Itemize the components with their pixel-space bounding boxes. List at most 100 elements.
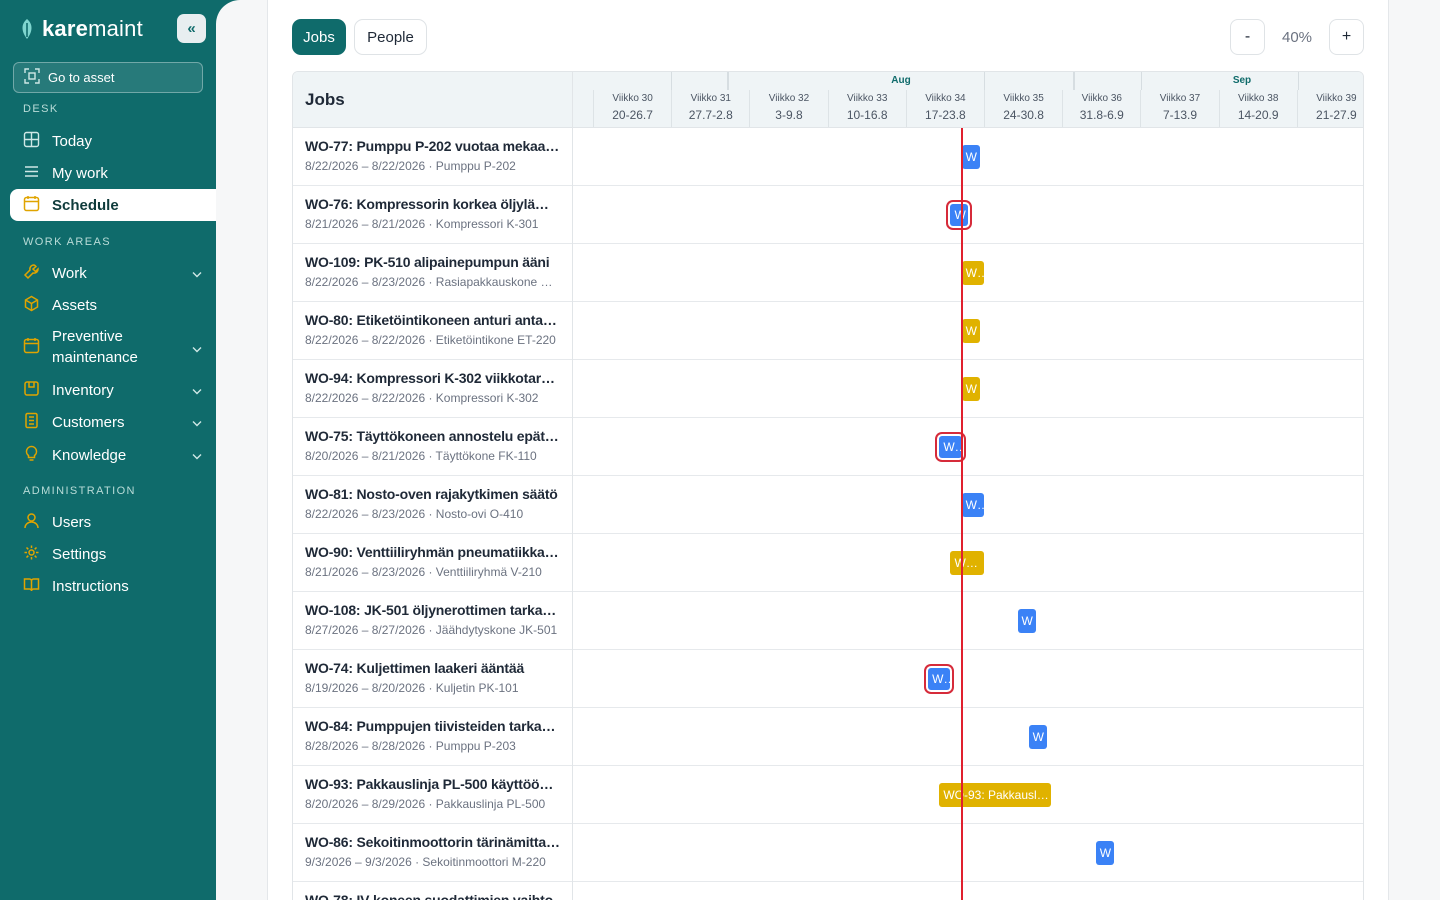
zoom-in-button[interactable]: + <box>1329 19 1364 55</box>
job-label[interactable]: WO-94: Kompressori K-302 viikkotarkastus… <box>293 360 573 418</box>
nav-my-work-label: My work <box>52 164 108 182</box>
job-label[interactable]: WO-75: Täyttökoneen annostelu epätarkka 8… <box>293 418 573 476</box>
job-title[interactable]: WO-77: Pumppu P-202 vuotaa mekaanisen ti… <box>305 138 560 154</box>
nav-knowledge[interactable]: Knowledge <box>10 439 216 471</box>
job-bar[interactable]: W <box>961 145 980 169</box>
gantt-row[interactable]: WO-90: Venttiiliryhmän pneumatiikkavuoto… <box>293 534 1363 592</box>
week-number: Viikko 36 <box>1081 93 1122 104</box>
job-label[interactable]: WO-74: Kuljettimen laakeri ääntää 8/19/20… <box>293 650 573 708</box>
job-label[interactable]: WO-108: JK-501 öljynerottimen tarkastus 8… <box>293 592 573 650</box>
job-track: W <box>573 824 1363 882</box>
job-bar[interactable]: W… <box>939 436 962 458</box>
job-title[interactable]: WO-109: PK-510 alipainepumpun ääni <box>305 254 560 270</box>
job-label[interactable]: WO-86: Sekoitinmoottorin tärinämittaus 9/… <box>293 824 573 882</box>
job-dates-asset: 8/21/2026 – 8/21/2026 · Kompressori K-30… <box>305 217 539 231</box>
job-bar[interactable]: W <box>1028 725 1047 749</box>
gantt-row[interactable]: WO-81: Nosto-oven rajakytkimen säätö 8/22… <box>293 476 1363 534</box>
timeline-week: Viikko 33 10-16.8 <box>827 90 906 127</box>
week-dates: 10-16.8 <box>846 108 888 122</box>
zoom-out-button[interactable]: - <box>1230 19 1265 55</box>
job-title[interactable]: WO-78: IV-koneen suodattimien vaihto <box>305 892 560 900</box>
gantt-chart: Jobs Aug Sep Viikko 30 20-26.7 Viikko 31 27.… <box>292 71 1364 900</box>
tab-people[interactable]: People <box>354 19 427 55</box>
week-number: Viikko 37 <box>1159 93 1201 104</box>
nav-customers[interactable]: Customers <box>10 406 216 438</box>
job-dates-asset: 8/21/2026 – 8/23/2026 · Venttiiliryhmä V… <box>305 565 542 579</box>
gantt-row[interactable]: WO-93: Pakkauslinja PL-500 käyttöönotto 8… <box>293 766 1363 824</box>
nav-schedule[interactable]: Schedule <box>10 189 226 221</box>
job-title[interactable]: WO-94: Kompressori K-302 viikkotarkastus <box>305 370 560 386</box>
job-title[interactable]: WO-80: Etiketöintikoneen anturi antaa vi… <box>305 312 560 328</box>
gantt-row[interactable]: WO-84: Pumppujen tiivisteiden tarkastus 8… <box>293 708 1363 766</box>
job-bar[interactable]: W… <box>961 493 984 517</box>
job-bar[interactable]: W… <box>961 261 984 285</box>
nav-assets[interactable]: Assets <box>10 289 216 321</box>
job-bar[interactable]: WO-93: Pakkausli… <box>939 783 1052 807</box>
nav-work[interactable]: Work <box>10 257 216 289</box>
job-bar[interactable]: W… <box>928 668 951 690</box>
job-bar[interactable]: W <box>1017 609 1036 633</box>
gantt-row[interactable]: WO-86: Sekoitinmoottorin tärinämittaus 9/… <box>293 824 1363 882</box>
nav-users[interactable]: Users <box>10 506 216 538</box>
nav-instructions-label: Instructions <box>52 577 129 595</box>
gantt-row[interactable]: WO-75: Täyttökoneen annostelu epätarkka 8… <box>293 418 1363 476</box>
nav-preventive-maintenance[interactable]: Preventive maintenance <box>10 326 216 370</box>
job-title[interactable]: WO-81: Nosto-oven rajakytkimen säätö <box>305 486 560 502</box>
job-label[interactable]: WO-81: Nosto-oven rajakytkimen säätö 8/22… <box>293 476 573 534</box>
gantt-row[interactable]: WO-108: JK-501 öljynerottimen tarkastus 8… <box>293 592 1363 650</box>
job-title[interactable]: WO-86: Sekoitinmoottorin tärinämittaus <box>305 834 560 850</box>
collapse-sidebar-button[interactable]: « <box>177 14 206 43</box>
gantt-row[interactable]: WO-74: Kuljettimen laakeri ääntää 8/19/20… <box>293 650 1363 708</box>
nav-preventive-maintenance-label: Preventive maintenance <box>52 328 138 366</box>
job-label[interactable]: WO-80: Etiketöintikoneen anturi antaa vi… <box>293 302 573 360</box>
nav-today[interactable]: Today <box>10 125 216 157</box>
month-row-divider <box>1298 72 1299 90</box>
job-title[interactable]: WO-90: Venttiiliryhmän pneumatiikkavuoto <box>305 544 560 560</box>
timeline-week: Viikko 39 21-27.9 <box>1296 90 1363 127</box>
job-label[interactable]: WO-78: IV-koneen suodattimien vaihto <box>293 882 573 900</box>
job-label[interactable]: WO-109: PK-510 alipainepumpun ääni 8/22/2… <box>293 244 573 302</box>
tab-jobs[interactable]: Jobs <box>292 19 346 55</box>
timeline-week: Viikko 37 7-13.9 <box>1140 90 1218 127</box>
job-bar[interactable]: W <box>1095 841 1114 865</box>
job-title[interactable]: WO-84: Pumppujen tiivisteiden tarkastus <box>305 718 560 734</box>
job-label[interactable]: WO-76: Kompressorin korkea öljylämpötila… <box>293 186 573 244</box>
job-bar[interactable]: W <box>961 377 980 401</box>
job-dates-asset: 8/20/2026 – 8/29/2026 · Pakkauslinja PL-… <box>305 797 546 811</box>
job-title[interactable]: WO-108: JK-501 öljynerottimen tarkastus <box>305 602 560 618</box>
gantt-row[interactable]: WO-78: IV-koneen suodattimien vaihto <box>293 882 1363 900</box>
job-title[interactable]: WO-74: Kuljettimen laakeri ääntää <box>305 660 560 676</box>
section-work-areas: Work areas <box>23 236 111 248</box>
job-title[interactable]: WO-75: Täyttökoneen annostelu epätarkka <box>305 428 560 444</box>
week-dates: 7-13.9 <box>1162 108 1197 122</box>
brand-name-bold: kare <box>42 16 89 41</box>
job-bar[interactable]: W <box>950 204 969 226</box>
nav-inventory[interactable]: Inventory <box>10 374 216 406</box>
go-to-asset-button[interactable]: Go to asset <box>13 62 203 93</box>
lightbulb-icon <box>23 445 40 466</box>
nav-my-work[interactable]: My work <box>10 157 216 189</box>
job-track: WO… <box>573 534 1363 592</box>
week-number: Viikko 38 <box>1237 93 1279 104</box>
job-label[interactable]: WO-93: Pakkauslinja PL-500 käyttöönotto 8… <box>293 766 573 824</box>
job-label[interactable]: WO-84: Pumppujen tiivisteiden tarkastus 8… <box>293 708 573 766</box>
nav-instructions[interactable]: Instructions <box>10 570 216 602</box>
gantt-row[interactable]: WO-80: Etiketöintikoneen anturi antaa vi… <box>293 302 1363 360</box>
timeline-header[interactable]: Aug Sep Viikko 30 20-26.7 Viikko 31 27.7-2.8… <box>573 72 1363 128</box>
nav-settings[interactable]: Settings <box>10 538 216 570</box>
job-title[interactable]: WO-76: Kompressorin korkea öljylämpötila <box>305 196 560 212</box>
job-label[interactable]: WO-90: Venttiiliryhmän pneumatiikkavuoto… <box>293 534 573 592</box>
month-row-divider <box>671 72 672 90</box>
month-row-divider <box>984 72 985 90</box>
gantt-row[interactable]: WO-94: Kompressori K-302 viikkotarkastus… <box>293 360 1363 418</box>
job-label[interactable]: WO-77: Pumppu P-202 vuotaa mekaanisen ti… <box>293 128 573 186</box>
gantt-row[interactable]: WO-77: Pumppu P-202 vuotaa mekaanisen ti… <box>293 128 1363 186</box>
job-title[interactable]: WO-93: Pakkauslinja PL-500 käyttöönotto <box>305 776 560 792</box>
job-bar[interactable]: W <box>961 319 980 343</box>
brand-logo[interactable]: karemaint <box>18 16 143 42</box>
job-track <box>573 882 1363 900</box>
nav-inventory-label: Inventory <box>52 381 114 399</box>
job-bar[interactable]: WO… <box>950 551 984 575</box>
gantt-row[interactable]: WO-109: PK-510 alipainepumpun ääni 8/22/2… <box>293 244 1363 302</box>
gantt-row[interactable]: WO-76: Kompressorin korkea öljylämpötila… <box>293 186 1363 244</box>
